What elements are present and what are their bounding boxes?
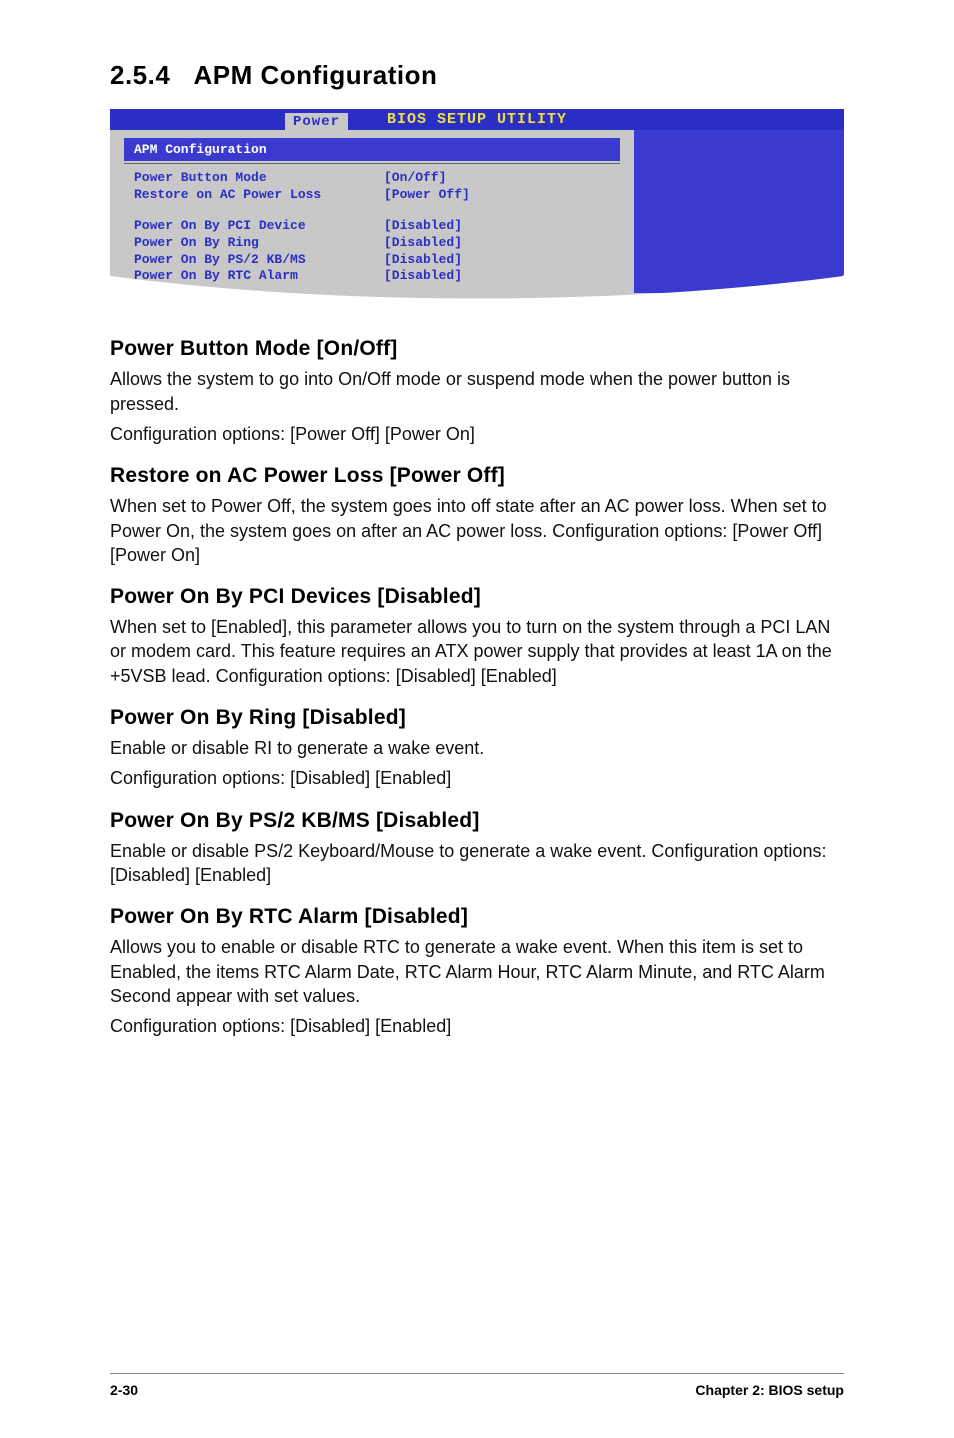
bios-row: Power Button Mode [On/Off] [124, 170, 620, 187]
paragraph: Configuration options: [Disabled] [Enabl… [110, 766, 844, 790]
bios-row: Power On By PCI Device [Disabled] [124, 218, 620, 235]
bios-screenshot: BIOS SETUP UTILITY Power APM Configurati… [110, 109, 844, 307]
bios-setting-label: Power Button Mode [134, 170, 384, 187]
bios-divider [124, 163, 620, 164]
bios-setting-value: [Disabled] [384, 218, 610, 235]
subheading: Restore on AC Power Loss [Power Off] [110, 464, 844, 488]
bios-row: Power On By Ring [Disabled] [124, 235, 620, 252]
subheading: Power On By Ring [Disabled] [110, 706, 844, 730]
paragraph: Enable or disable RI to generate a wake … [110, 736, 844, 760]
content-area: 2.5.4 APM Configuration BIOS SETUP UTILI… [110, 60, 844, 1373]
section-number: 2.5.4 [110, 60, 170, 90]
bios-panel-title: APM Configuration [124, 138, 620, 161]
bios-tab-power: Power [285, 113, 348, 130]
bios-header: BIOS SETUP UTILITY Power [110, 109, 844, 130]
bios-setting-value: [Disabled] [384, 252, 610, 269]
subheading: Power On By PCI Devices [Disabled] [110, 585, 844, 609]
paragraph: Configuration options: [Disabled] [Enabl… [110, 1014, 844, 1038]
paragraph: When set to [Enabled], this parameter al… [110, 615, 844, 688]
paragraph: When set to Power Off, the system goes i… [110, 494, 844, 567]
bios-utility-title: BIOS SETUP UTILITY [387, 111, 567, 128]
footer: 2-30 Chapter 2: BIOS setup [110, 1373, 844, 1398]
bios-setting-label: Restore on AC Power Loss [134, 187, 384, 204]
bios-setting-label: Power On By Ring [134, 235, 384, 252]
paragraph: Configuration options: [Power Off] [Powe… [110, 422, 844, 446]
subheading: Power Button Mode [On/Off] [110, 337, 844, 361]
section-title: 2.5.4 APM Configuration [110, 60, 844, 91]
bios-row: Restore on AC Power Loss [Power Off] [124, 187, 620, 204]
bios-setting-value: [Power Off] [384, 187, 610, 204]
page-number: 2-30 [110, 1382, 138, 1398]
bios-setting-value: [Disabled] [384, 235, 610, 252]
bios-setting-value: [On/Off] [384, 170, 610, 187]
paragraph: Enable or disable PS/2 Keyboard/Mouse to… [110, 839, 844, 888]
bios-row: Power On By PS/2 KB/MS [Disabled] [124, 252, 620, 269]
chapter-label: Chapter 2: BIOS setup [695, 1382, 844, 1398]
bios-gap [124, 204, 620, 218]
paragraph: Allows the system to go into On/Off mode… [110, 367, 844, 416]
subheading: Power On By PS/2 KB/MS [Disabled] [110, 809, 844, 833]
bios-right-panel [634, 130, 844, 293]
bios-setting-value: [Disabled] [384, 268, 610, 285]
paragraph: Allows you to enable or disable RTC to g… [110, 935, 844, 1008]
bios-row: Power On By RTC Alarm [Disabled] [124, 268, 620, 285]
bios-left-panel: APM Configuration Power Button Mode [On/… [110, 130, 634, 293]
bios-setting-label: Power On By RTC Alarm [134, 268, 384, 285]
section-name: APM Configuration [194, 60, 438, 90]
subheading: Power On By RTC Alarm [Disabled] [110, 905, 844, 929]
bios-setting-label: Power On By PCI Device [134, 218, 384, 235]
bios-content: APM Configuration Power Button Mode [On/… [110, 130, 844, 307]
bios-setting-label: Power On By PS/2 KB/MS [134, 252, 384, 269]
